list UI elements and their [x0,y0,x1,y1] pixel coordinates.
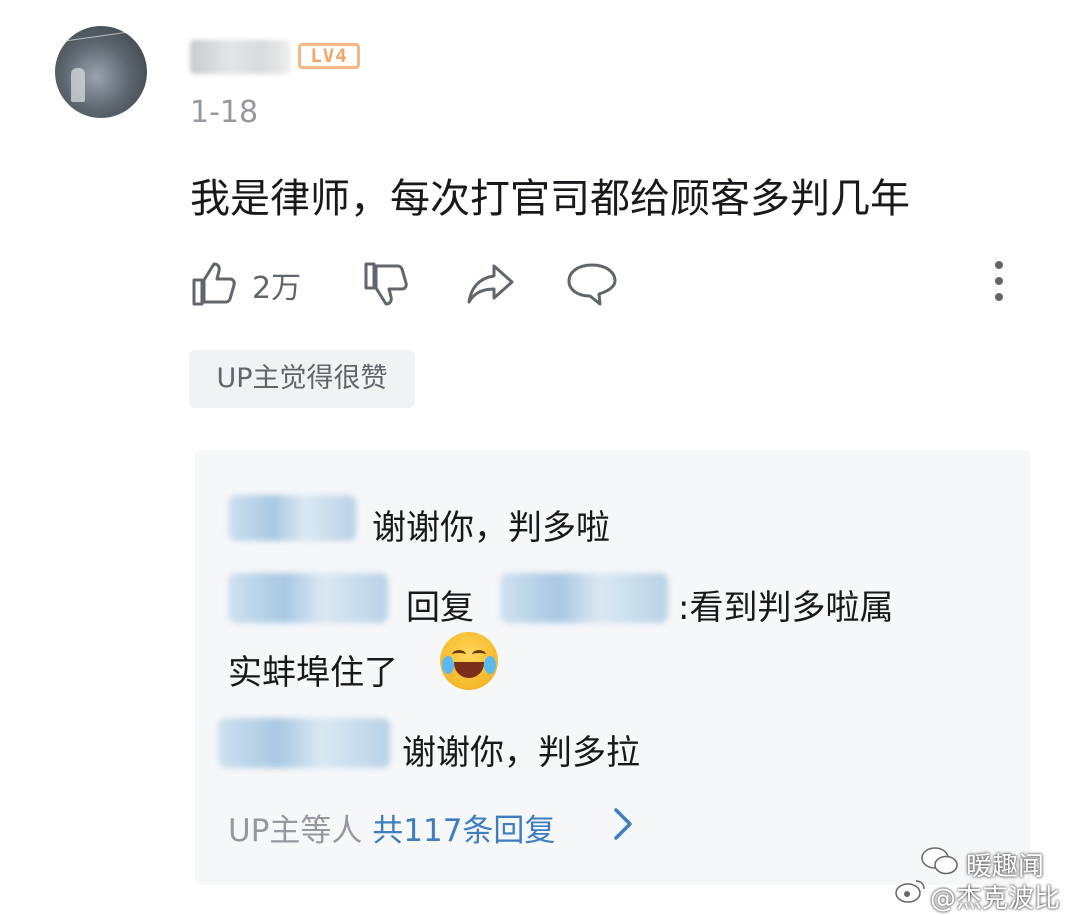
like-count: 2万 [252,271,302,306]
more-replies-prefix: UP主等人 [228,813,363,849]
more-icon[interactable] [990,261,1008,307]
level-badge: LV4 [298,43,360,69]
replied-username-blurred[interactable] [500,573,668,623]
chevron-right-icon[interactable] [610,806,636,842]
reply-to-label: 回复 [406,588,474,628]
avatar-signature-decoration [61,31,135,72]
comment-icon[interactable] [566,260,618,308]
more-replies-count: 共117条回复 [372,813,556,849]
watermark-handle: @杰克波比 [930,884,1061,914]
comment-date: 1-18 [190,95,259,130]
weibo-icon [895,880,925,903]
up-liked-tag: UP主觉得很赞 [189,350,415,408]
reply-text-line1: :看到判多啦属 [678,588,894,628]
laughing-emoji [440,632,498,690]
like-icon[interactable] [190,260,238,308]
comment-actions: 2万 [0,255,1080,315]
avatar[interactable] [55,26,147,118]
username-blurred[interactable] [190,40,290,74]
comment-text: 我是律师，每次打官司都给顾客多判几年 [190,176,910,222]
share-icon[interactable] [466,260,516,308]
reply-username-blurred[interactable] [228,573,388,623]
dislike-icon[interactable] [362,260,410,308]
avatar-figure [71,68,85,102]
reply-text: 谢谢你，判多拉 [402,733,640,773]
wechat-icon [921,847,958,875]
view-more-replies-link[interactable]: UP主等人 共117条回复 [228,805,555,850]
reply-username-blurred[interactable] [218,718,390,768]
reply-username-blurred[interactable] [228,495,356,541]
reply-text: 谢谢你，判多啦 [372,508,610,548]
reply-text-line2: 实蚌埠住了 [228,653,398,693]
